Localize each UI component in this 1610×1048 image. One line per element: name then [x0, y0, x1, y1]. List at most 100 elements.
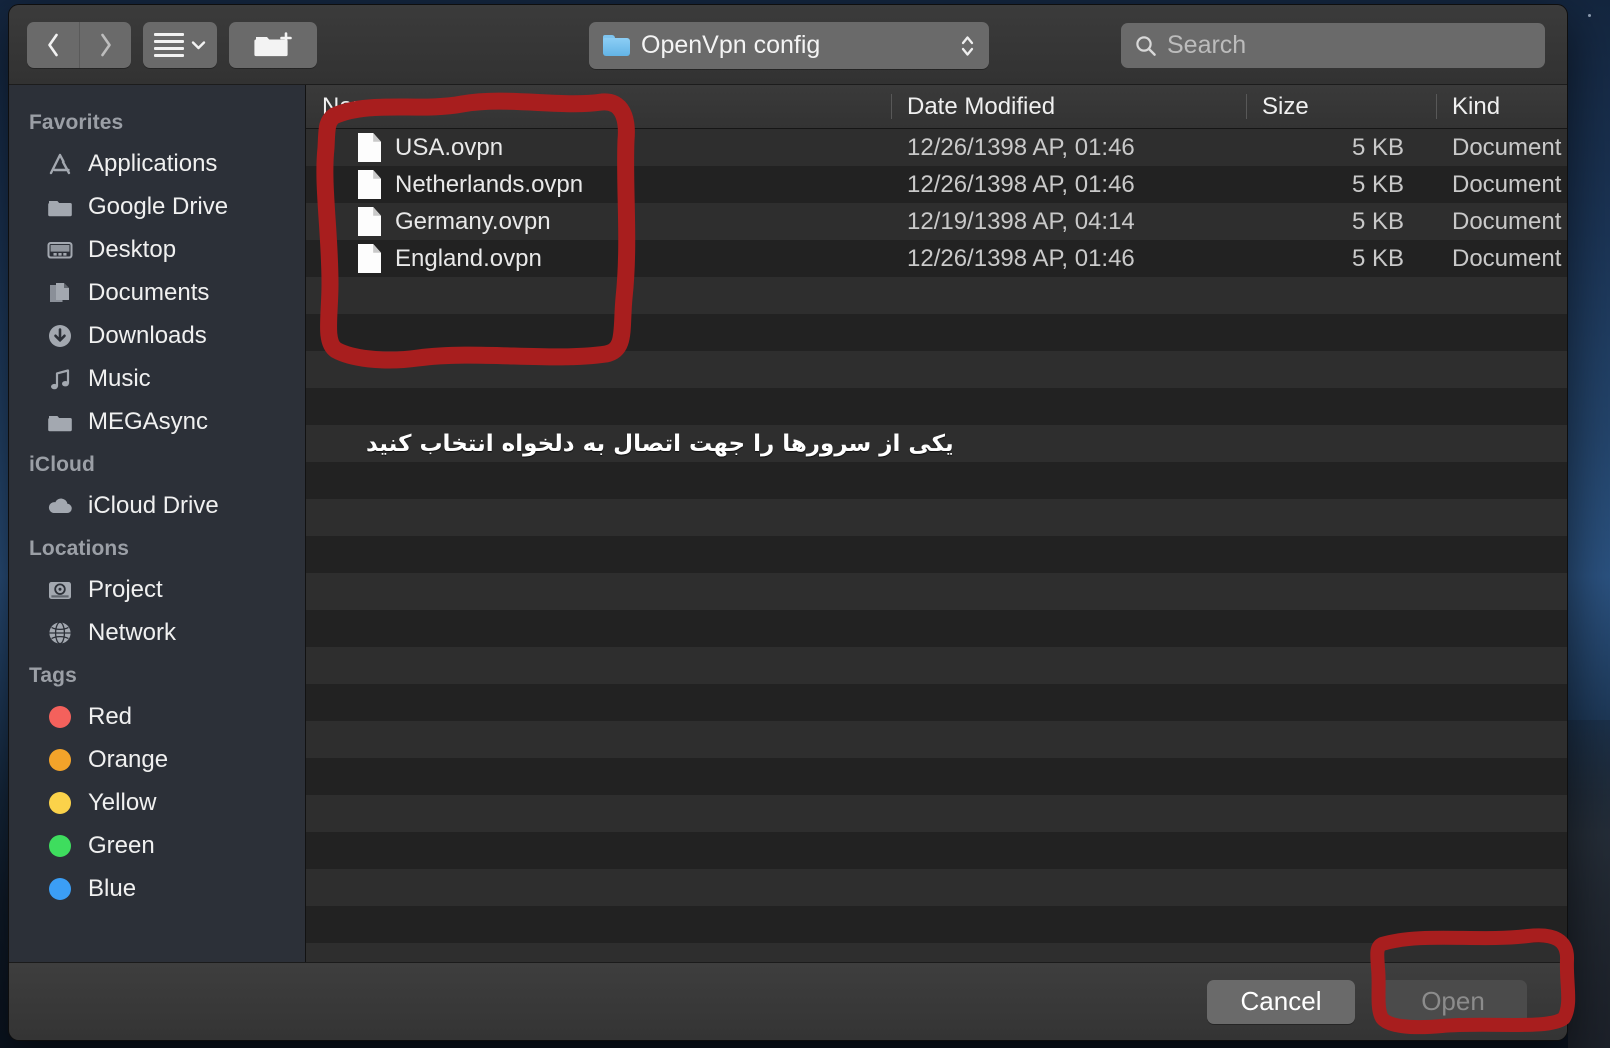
sidebar-section-heading-tags: Tags: [29, 664, 77, 687]
sidebar-item-label: Downloads: [88, 321, 207, 349]
cell-date-modified: 12/26/1398 AP, 01:46: [907, 133, 1135, 161]
sidebar-item-label: Google Drive: [88, 192, 229, 220]
tag-dot-icon: [45, 874, 75, 904]
sidebar-item-red[interactable]: Red: [9, 695, 305, 738]
dialog-footer: Cancel Open: [9, 962, 1567, 1040]
music-note-icon: [45, 364, 75, 394]
table-row[interactable]: England.ovpn 12/26/1398 AP, 01:46 5 KB Docu…: [306, 240, 1567, 277]
table-row-empty: [306, 906, 1567, 943]
table-row-empty: [306, 943, 1567, 962]
table-row[interactable]: Germany.ovpn 12/19/1398 AP, 04:14 5 KB Docu…: [306, 203, 1567, 240]
tag-dot-icon: [45, 831, 75, 861]
documents-icon: [45, 278, 75, 308]
back-button[interactable]: [27, 22, 79, 68]
document-icon: [358, 170, 381, 199]
hard-drive-icon: [45, 575, 75, 605]
table-row-empty: [306, 277, 1567, 314]
sidebar-item-label: Yellow: [88, 788, 157, 816]
cell-size: 5 KB: [1351, 133, 1404, 161]
sidebar-item-project[interactable]: Project: [9, 568, 305, 611]
cell-kind: Document: [1452, 207, 1562, 235]
table-row-empty: [306, 351, 1567, 388]
open-button[interactable]: Open: [1379, 979, 1527, 1024]
column-header-size[interactable]: Size: [1246, 85, 1436, 128]
sidebar-item-downloads[interactable]: Downloads: [9, 314, 305, 357]
cell-kind: Document: [1452, 133, 1562, 161]
table-row[interactable]: Netherlands.ovpn 12/26/1398 AP, 01:46 5 KB…: [306, 166, 1567, 203]
open-file-dialog: OpenVpn config Search Favorites Applicati…: [8, 4, 1568, 1041]
sidebar-item-desktop[interactable]: Desktop: [9, 228, 305, 271]
forward-button[interactable]: [79, 21, 131, 68]
sidebar-item-google-drive[interactable]: Google Drive: [9, 185, 305, 228]
cell-name: Netherlands.ovpn: [306, 170, 891, 199]
table-row-empty: [306, 610, 1567, 647]
sidebar-item-green[interactable]: Green: [9, 824, 305, 867]
file-list-header: Name Date Modified Size Kind: [306, 85, 1567, 129]
folder-icon: [45, 192, 75, 222]
sidebar-item-label: Blue: [88, 874, 137, 902]
table-row[interactable]: USA.ovpn 12/26/1398 AP, 01:46 5 KB Document: [306, 129, 1567, 166]
sidebar-item-music[interactable]: Music: [9, 357, 305, 400]
sidebar-item-label: Documents: [88, 278, 210, 306]
dialog-toolbar: OpenVpn config Search: [9, 5, 1567, 85]
sidebar-item-megasync[interactable]: MEGAsync: [9, 400, 305, 443]
sidebar-section-heading-locations: Locations: [29, 537, 130, 560]
table-row-empty: [306, 314, 1567, 351]
sidebar-item-applications[interactable]: Applications: [9, 142, 305, 185]
file-browser-pane: Name Date Modified Size Kind USA.ovpn 12/…: [306, 85, 1567, 962]
view-mode-button[interactable]: [143, 21, 217, 68]
search-input[interactable]: Search: [1121, 23, 1545, 68]
sidebar: Favorites Applications Google Drive Deskt…: [9, 85, 306, 962]
sidebar-section-heading-favorites: Favorites: [29, 111, 124, 134]
navigation-segmented-control[interactable]: [27, 21, 131, 68]
cell-name: England.ovpn: [306, 244, 891, 273]
table-row-empty: [306, 499, 1567, 536]
document-icon: [358, 207, 381, 236]
table-row-empty: [306, 684, 1567, 721]
cell-size: 5 KB: [1351, 207, 1404, 235]
sidebar-item-blue[interactable]: Blue: [9, 867, 305, 910]
tag-dot-icon: [45, 745, 75, 775]
sidebar-item-label: Green: [88, 831, 155, 859]
cloud-icon: [45, 491, 75, 521]
sidebar-item-label: iCloud Drive: [88, 491, 219, 519]
new-folder-icon: [254, 31, 292, 56]
sidebar-item-label: Project: [88, 575, 163, 603]
cell-name: Germany.ovpn: [306, 207, 891, 236]
path-popup-button[interactable]: OpenVpn config: [589, 22, 989, 69]
cell-size: 5 KB: [1351, 170, 1404, 198]
desktop-icon: [45, 235, 75, 265]
table-row-empty: [306, 573, 1567, 610]
file-list: USA.ovpn 12/26/1398 AP, 01:46 5 KB Document…: [306, 129, 1567, 962]
path-popup-label: OpenVpn config: [641, 31, 821, 59]
cell-name: USA.ovpn: [306, 133, 891, 162]
file-name: Germany.ovpn: [395, 207, 551, 235]
table-row-empty: [306, 832, 1567, 869]
table-row-empty: [306, 869, 1567, 906]
sidebar-item-label: Network: [88, 618, 177, 646]
chevron-left-icon: [48, 33, 58, 56]
folder-icon: [603, 35, 630, 56]
column-header-name[interactable]: Name: [306, 85, 891, 128]
chevron-right-icon: [100, 33, 111, 56]
column-header-date-modified[interactable]: Date Modified: [891, 85, 1246, 128]
sidebar-section-heading-icloud: iCloud: [29, 453, 95, 476]
wallpaper-star: [1588, 14, 1591, 17]
cell-kind: Document: [1452, 170, 1562, 198]
sidebar-item-documents[interactable]: Documents: [9, 271, 305, 314]
column-header-kind[interactable]: Kind: [1436, 85, 1567, 128]
table-row-empty: [306, 462, 1567, 499]
folder-icon: [45, 407, 75, 437]
table-row-empty: [306, 647, 1567, 684]
search-placeholder: Search: [1167, 31, 1247, 59]
cell-date-modified: 12/26/1398 AP, 01:46: [907, 170, 1135, 198]
new-folder-button[interactable]: [229, 21, 317, 68]
table-row-empty: [306, 721, 1567, 758]
table-row-empty: [306, 425, 1567, 462]
sidebar-item-network[interactable]: Network: [9, 611, 305, 654]
sidebar-item-label: Music: [88, 364, 151, 392]
cancel-button[interactable]: Cancel: [1207, 979, 1355, 1024]
sidebar-item-yellow[interactable]: Yellow: [9, 781, 305, 824]
sidebar-item-orange[interactable]: Orange: [9, 738, 305, 781]
sidebar-item-icloud-drive[interactable]: iCloud Drive: [9, 484, 305, 527]
